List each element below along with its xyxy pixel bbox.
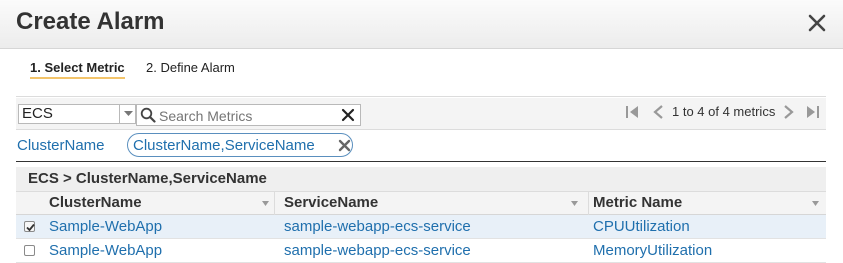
step-select-metric[interactable]: 1. Select Metric: [30, 60, 125, 79]
column-header-servicename[interactable]: ServiceName: [280, 192, 589, 215]
dialog-header: Create Alarm: [0, 0, 843, 49]
last-page-icon[interactable]: [806, 105, 820, 119]
first-page-icon[interactable]: [625, 105, 639, 119]
cell-metric-name[interactable]: CPUUtilization: [593, 218, 690, 235]
metric-group-label: ECS > ClusterName,ServiceName: [28, 170, 267, 187]
column-header-label: ClusterName: [49, 194, 142, 211]
clear-search-icon[interactable]: [340, 107, 356, 123]
selected-dimension-tag[interactable]: ClusterName,ServiceName: [127, 133, 353, 157]
sort-icon: [812, 201, 819, 206]
column-header-label: Metric Name: [593, 194, 683, 211]
search-input[interactable]: [159, 107, 335, 124]
metrics-toolbar: ECS 1 to 4 of 4 metrics: [16, 98, 826, 130]
next-page-icon[interactable]: [781, 105, 795, 119]
row-checkbox[interactable]: [24, 221, 35, 232]
table-row[interactable]: Sample-WebApp sample-webapp-ecs-service …: [16, 215, 826, 239]
dimension-breadcrumb: ClusterName ClusterName,ServiceName: [16, 130, 826, 162]
table-row[interactable]: Sample-WebApp sample-webapp-ecs-service …: [16, 239, 826, 263]
search-box: [136, 104, 361, 126]
wizard-steps: 1. Select Metric 2. Define Alarm: [0, 49, 843, 96]
sort-icon: [262, 201, 269, 206]
table-header: ClusterName ServiceName Metric Name: [16, 192, 826, 215]
pager-status: 1 to 4 of 4 metrics: [672, 104, 776, 119]
column-header-label: ServiceName: [284, 194, 379, 211]
remove-tag-icon[interactable]: [338, 139, 351, 152]
step-define-alarm[interactable]: 2. Define Alarm: [146, 60, 235, 75]
search-icon: [140, 107, 156, 123]
selected-dimension-label: ClusterName,ServiceName: [133, 137, 315, 154]
cell-servicename[interactable]: sample-webapp-ecs-service: [284, 242, 471, 259]
divider: [16, 96, 826, 97]
cell-metric-name[interactable]: MemoryUtilization: [593, 242, 712, 259]
column-header-metric-name[interactable]: Metric Name: [589, 192, 826, 215]
column-header-clustername[interactable]: ClusterName: [45, 192, 275, 215]
prev-page-icon[interactable]: [652, 105, 666, 119]
row-checkbox[interactable]: [24, 245, 35, 256]
chevron-down-icon[interactable]: [119, 105, 136, 123]
cell-clustername[interactable]: Sample-WebApp: [49, 218, 162, 235]
metric-group-header: ECS > ClusterName,ServiceName: [16, 167, 826, 192]
dialog-title: Create Alarm: [16, 8, 165, 35]
cell-servicename[interactable]: sample-webapp-ecs-service: [284, 218, 471, 235]
close-icon[interactable]: [806, 12, 828, 34]
sort-icon: [571, 201, 578, 206]
namespace-value: ECS: [22, 105, 53, 122]
dimension-link-clustername[interactable]: ClusterName: [17, 137, 105, 154]
cell-clustername[interactable]: Sample-WebApp: [49, 242, 162, 259]
namespace-select[interactable]: ECS: [18, 104, 136, 124]
